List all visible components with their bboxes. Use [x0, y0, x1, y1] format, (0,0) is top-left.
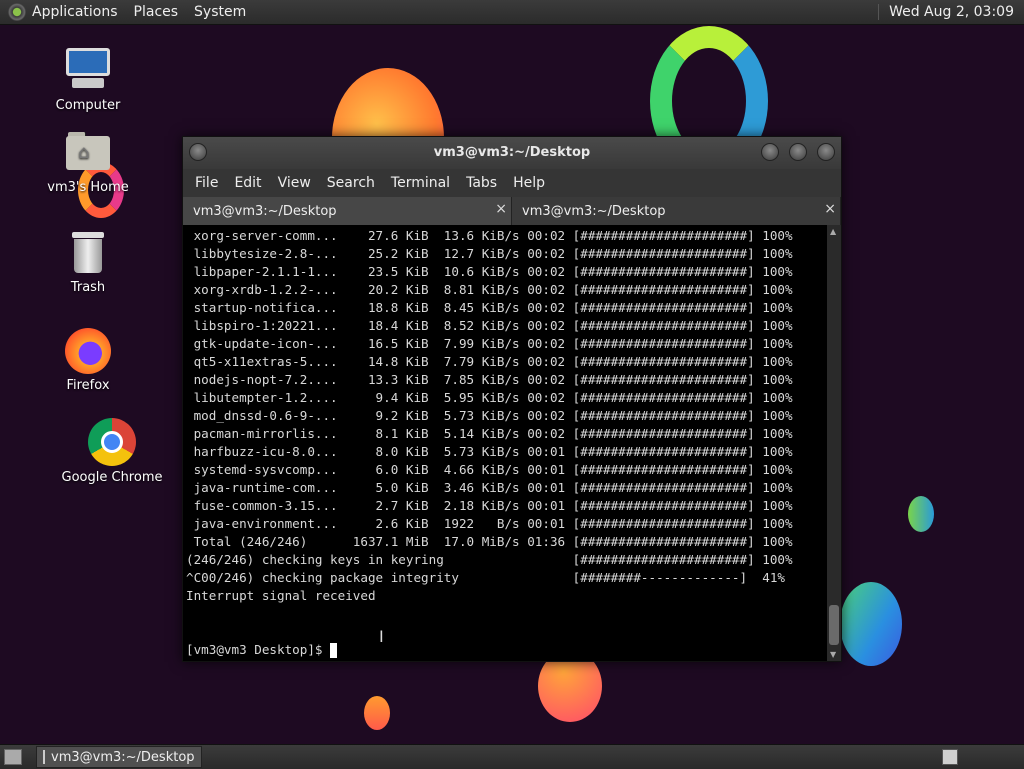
terminal-icon [43, 750, 45, 764]
maximize-icon[interactable] [789, 143, 807, 161]
terminal-line: pacman-mirrorlis... 8.1 KiB 5.14 KiB/s 0… [186, 426, 793, 441]
scroll-up-icon[interactable]: ▲ [830, 227, 836, 236]
tab-close-icon[interactable]: × [824, 201, 836, 217]
terminal-line: (246/246) checking keys in keyring [####… [186, 552, 793, 567]
terminal-line: xorg-server-comm... 27.6 KiB 13.6 KiB/s … [186, 228, 793, 243]
close-icon[interactable] [817, 143, 835, 161]
applications-menu[interactable]: Applications [32, 4, 118, 20]
terminal-line: Total (246/246) 1637.1 MiB 17.0 MiB/s 01… [186, 534, 793, 549]
tab-label: vm3@vm3:~/Desktop [193, 204, 337, 219]
places-menu[interactable]: Places [134, 4, 179, 20]
desktop-icon-computer[interactable]: Computer [38, 46, 138, 113]
desktop-icon-label: Computer [55, 98, 121, 113]
desktop-icon-label: Trash [70, 280, 106, 295]
tab-2[interactable]: vm3@vm3:~/Desktop × [512, 197, 841, 225]
menu-search[interactable]: Search [319, 175, 383, 191]
menu-help[interactable]: Help [505, 175, 553, 191]
terminal-scrollbar[interactable]: ▲ ▼ [827, 225, 841, 661]
firefox-icon [65, 328, 111, 374]
home-folder-icon: ⌂ [64, 128, 112, 176]
window-menubar: File Edit View Search Terminal Tabs Help [183, 169, 841, 197]
terminal-line: libpaper-2.1.1-1... 23.5 KiB 10.6 KiB/s … [186, 264, 793, 279]
top-panel: Applications Places System Wed Aug 2, 03… [0, 0, 1024, 25]
terminal-window[interactable]: vm3@vm3:~/Desktop File Edit View Search … [182, 136, 842, 662]
terminal-line: harfbuzz-icu-8.0... 8.0 KiB 5.73 KiB/s 0… [186, 444, 793, 459]
terminal-line: libbytesize-2.8-... 25.2 KiB 12.7 KiB/s … [186, 246, 793, 261]
desktop-icon-chrome[interactable]: Google Chrome [60, 418, 164, 485]
terminal-output[interactable]: xorg-server-comm... 27.6 KiB 13.6 KiB/s … [183, 225, 827, 661]
show-desktop-icon[interactable] [4, 749, 22, 765]
menu-view[interactable]: View [270, 175, 319, 191]
desktop-icon-label: Google Chrome [61, 470, 163, 485]
window-title: vm3@vm3:~/Desktop [433, 145, 591, 160]
terminal-line: java-environment... 2.6 KiB 1922 B/s 00:… [186, 516, 793, 531]
menu-edit[interactable]: Edit [226, 175, 269, 191]
shell-prompt: [vm3@vm3 Desktop]$ [186, 642, 331, 657]
wallpaper-small-blue-blob [908, 496, 934, 532]
terminal-cursor [330, 643, 338, 658]
terminal-line: libspiro-1:20221... 18.4 KiB 8.52 KiB/s … [186, 318, 793, 333]
desktop-icon-home[interactable]: ⌂ vm3's Home [38, 128, 138, 195]
text-cursor-ibeam-icon: I [379, 627, 384, 646]
tab-close-icon[interactable]: × [495, 201, 507, 217]
distro-logo-icon[interactable] [8, 3, 26, 21]
tab-bar: vm3@vm3:~/Desktop × vm3@vm3:~/Desktop × [183, 197, 841, 225]
desktop-icon-label: vm3's Home [47, 180, 129, 195]
terminal-line: Interrupt signal received [186, 588, 376, 603]
menu-tabs[interactable]: Tabs [458, 175, 505, 191]
terminal-line: xorg-xrdb-1.2.2-... 20.2 KiB 8.81 KiB/s … [186, 282, 793, 297]
chrome-icon [88, 418, 136, 466]
computer-icon [64, 46, 112, 94]
terminal-line: qt5-x11extras-5.... 14.8 KiB 7.79 KiB/s … [186, 354, 793, 369]
scroll-down-icon[interactable]: ▼ [830, 650, 836, 659]
clock[interactable]: Wed Aug 2, 03:09 [878, 4, 1024, 20]
desktop-icon-firefox[interactable]: Firefox [38, 328, 138, 393]
system-menu[interactable]: System [194, 4, 246, 20]
terminal-line: ^C00/246) checking package integrity [##… [186, 570, 785, 585]
scrollbar-thumb[interactable] [829, 605, 839, 645]
window-titlebar[interactable]: vm3@vm3:~/Desktop [183, 137, 841, 169]
terminal-line: nodejs-nopt-7.2.... 13.3 KiB 7.85 KiB/s … [186, 372, 793, 387]
desktop-icon-label: Firefox [66, 378, 110, 393]
terminal-line: mod_dnssd-0.6-9-... 9.2 KiB 5.73 KiB/s 0… [186, 408, 793, 423]
taskbar-item-label: vm3@vm3:~/Desktop [51, 749, 195, 765]
tab-1[interactable]: vm3@vm3:~/Desktop × [183, 197, 512, 225]
terminal-line: libutempter-1.2.... 9.4 KiB 5.95 KiB/s 0… [186, 390, 793, 405]
workspace-switcher-icon[interactable] [942, 749, 958, 765]
wallpaper-blue-blob [840, 582, 902, 666]
desktop-icon-trash[interactable]: Trash [38, 230, 138, 295]
wallpaper-tiny-blob [364, 696, 390, 730]
trash-icon [68, 230, 108, 276]
terminal-line: java-runtime-com... 5.0 KiB 3.46 KiB/s 0… [186, 480, 793, 495]
menu-terminal[interactable]: Terminal [383, 175, 458, 191]
terminal-prompt-line[interactable]: [vm3@vm3 Desktop]$ [186, 641, 827, 659]
bottom-panel: vm3@vm3:~/Desktop [0, 744, 1024, 769]
terminal-line: systemd-sysvcomp... 6.0 KiB 4.66 KiB/s 0… [186, 462, 793, 477]
terminal-line: startup-notifica... 18.8 KiB 8.45 KiB/s … [186, 300, 793, 315]
terminal-line: gtk-update-icon-... 16.5 KiB 7.99 KiB/s … [186, 336, 793, 351]
tab-label: vm3@vm3:~/Desktop [522, 204, 666, 219]
taskbar-item-terminal[interactable]: vm3@vm3:~/Desktop [36, 746, 202, 768]
minimize-icon[interactable] [761, 143, 779, 161]
terminal-line: fuse-common-3.15... 2.7 KiB 2.18 KiB/s 0… [186, 498, 793, 513]
menu-file[interactable]: File [187, 175, 226, 191]
